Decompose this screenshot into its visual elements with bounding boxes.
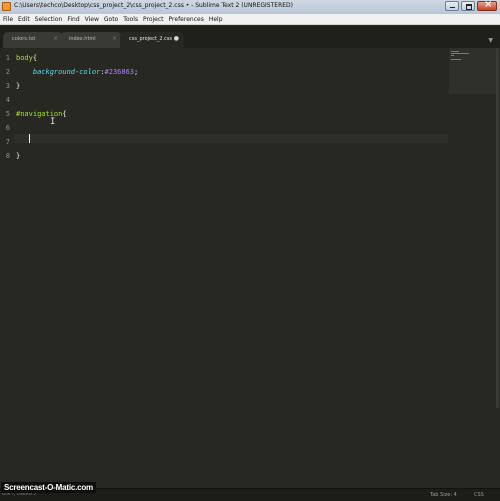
- minimap-line: [451, 51, 459, 52]
- tab-label: index.html: [69, 36, 96, 42]
- text-caret: [29, 134, 30, 143]
- line-number: 8: [5, 152, 10, 160]
- menu-tools[interactable]: Tools: [123, 16, 138, 23]
- vertical-scrollbar[interactable]: [496, 48, 499, 408]
- tab-label: colors.txt: [12, 36, 36, 42]
- tab-close-icon[interactable]: ×: [53, 35, 58, 42]
- css-property: background-color: [32, 68, 101, 76]
- line-number: 1: [5, 54, 10, 62]
- close-brace: }: [16, 152, 21, 160]
- code-line-5: #navigation{: [16, 110, 67, 118]
- css-value: #236863: [104, 68, 135, 76]
- tab-list-dropdown-icon[interactable]: ▼: [488, 37, 493, 44]
- line-number: 3: [5, 82, 10, 90]
- menu-edit[interactable]: Edit: [18, 16, 30, 23]
- semicolon: ;: [134, 68, 139, 76]
- menu-project[interactable]: Project: [143, 16, 164, 23]
- menu-help[interactable]: Help: [209, 16, 223, 23]
- tab-label: css_project_2.css: [129, 36, 173, 42]
- menu-file[interactable]: File: [3, 16, 13, 23]
- line-number: 6: [5, 124, 10, 132]
- tab-index-html[interactable]: index.html ×: [60, 32, 122, 48]
- line-number-gutter: 1 2 3 4 5 6 7 8: [0, 48, 14, 488]
- menu-bar: File Edit Selection Find View Goto Tools…: [0, 14, 500, 25]
- menu-view[interactable]: View: [85, 16, 99, 23]
- minimize-button[interactable]: [445, 1, 459, 11]
- minimap[interactable]: [449, 48, 497, 94]
- window-controls: [445, 0, 497, 12]
- code-line-1: body{: [16, 54, 37, 62]
- unsaved-dot-icon[interactable]: ●: [174, 35, 179, 42]
- line-number: 7: [5, 138, 10, 146]
- menu-selection[interactable]: Selection: [35, 16, 63, 23]
- menu-preferences[interactable]: Preferences: [169, 16, 204, 23]
- minimap-line: [451, 53, 469, 54]
- line-number: 5: [5, 110, 10, 118]
- menu-goto[interactable]: Goto: [104, 16, 118, 23]
- current-line-highlight: [0, 134, 448, 143]
- screencast-watermark: Screencast-O-Matic.com: [1, 482, 96, 493]
- open-brace: {: [32, 54, 38, 62]
- minimap-line: [451, 59, 461, 60]
- line-number: 4: [5, 96, 10, 104]
- tab-size-status[interactable]: Tab Size: 4: [430, 492, 457, 498]
- close-brace: }: [16, 82, 21, 90]
- tab-close-icon[interactable]: ×: [112, 35, 117, 42]
- maximize-button[interactable]: [461, 1, 475, 11]
- menu-find[interactable]: Find: [67, 16, 79, 23]
- code-line-2: background-color:#236863;: [16, 68, 138, 76]
- mouse-ibeam-cursor-icon: I: [50, 117, 56, 127]
- tab-bar: colors.txt × index.html × css_project_2.…: [0, 26, 500, 48]
- window-title: C:\Users\techco\Desktop\css_project_2\cs…: [14, 2, 293, 9]
- minimap-line: [451, 55, 454, 56]
- syntax-status[interactable]: CSS: [474, 492, 484, 498]
- css-selector: body: [16, 54, 33, 62]
- window-title-bar: C:\Users\techco\Desktop\css_project_2\cs…: [0, 0, 500, 15]
- tab-css-project-2-css[interactable]: css_project_2.css ●: [120, 32, 184, 48]
- code-line-8: }: [16, 152, 20, 160]
- code-line-3: }: [16, 82, 20, 90]
- close-window-button[interactable]: [477, 0, 497, 11]
- open-brace: {: [62, 110, 67, 118]
- tab-colors-txt[interactable]: colors.txt ×: [3, 32, 63, 48]
- sublime-app-icon: [2, 2, 11, 11]
- line-number: 2: [5, 68, 10, 76]
